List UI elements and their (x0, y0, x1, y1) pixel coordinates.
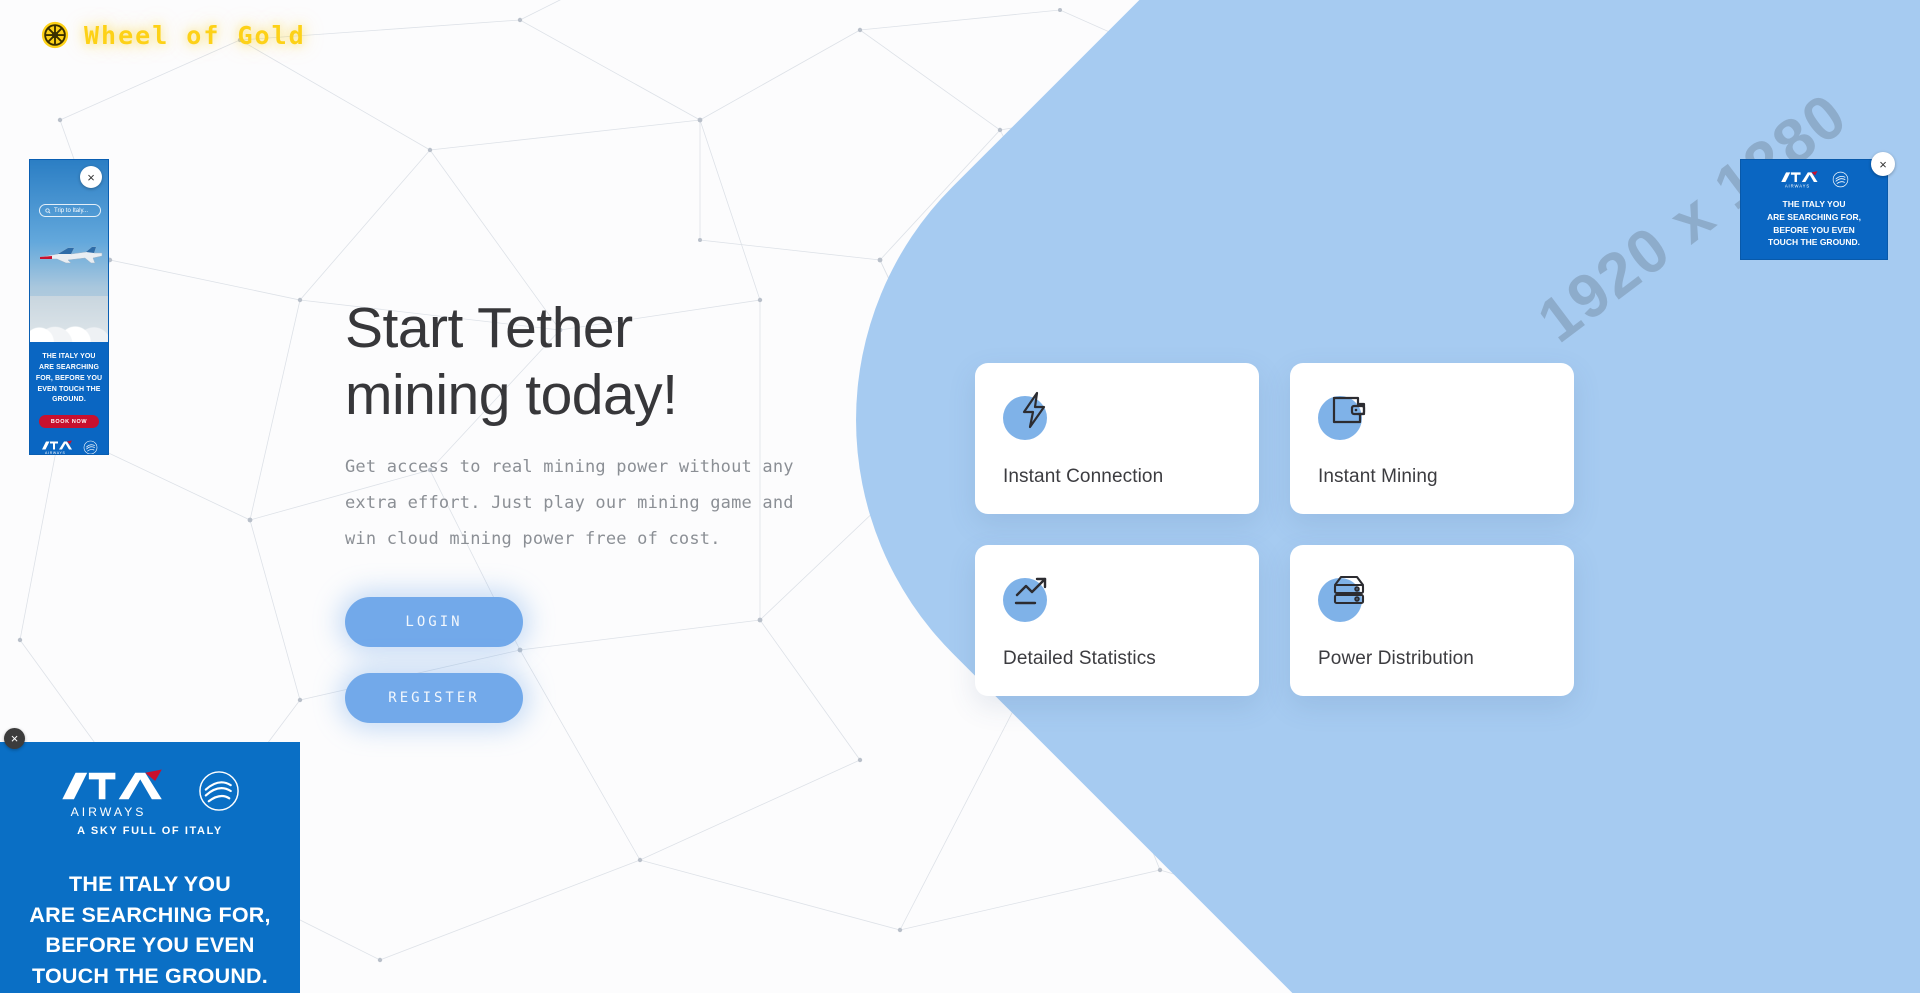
ita-airways-logo-icon: AIRWAYS (62, 769, 162, 819)
ad-left-clouds (30, 296, 108, 342)
login-button[interactable]: LOGIN (345, 597, 523, 648)
ita-airways-logo-icon: AIRWAYS (41, 440, 72, 455)
headline-line-1: THE ITALY YOU (69, 872, 231, 896)
headline-line-3: BEFORE YOU EVEN (1773, 224, 1855, 235)
feature-card-detailed-statistics[interactable]: Detailed Statistics (975, 545, 1259, 696)
feature-card-instant-mining[interactable]: Instant Mining (1290, 363, 1574, 514)
lightning-bolt-icon (1003, 389, 1057, 443)
hero-title-line-1: Start Tether (345, 296, 633, 360)
ad-top-right-logo: AIRWAYS (1741, 160, 1887, 190)
ad-left-search-pill[interactable]: Trip to Italy... (39, 204, 101, 217)
headline-line-3: BEFORE YOU EVEN (45, 933, 255, 958)
ad-top-right-banner[interactable]: × AIRWAYS THE ITALY YOU ARE SEARCHING FO… (1740, 152, 1895, 260)
feature-label: Instant Connection (1003, 466, 1164, 487)
headline-line-2: ARE SEARCHING FOR, (1767, 211, 1861, 222)
headline-line-4: TOUCH THE GROUND. (1768, 237, 1860, 248)
skyteam-icon (83, 440, 97, 454)
svg-text:AIRWAYS: AIRWAYS (71, 805, 147, 819)
ad-left-logo: AIRWAYS (35, 438, 103, 455)
ad-left-skyscraper[interactable]: × Trip to Italy... THE ITALY YOU ARE SEA… (29, 159, 109, 455)
trending-up-chart-icon (1003, 571, 1057, 625)
ad-left-search-text: Trip to Italy... (54, 207, 89, 214)
feature-card-grid: Instant Connection Instant Mining Detail… (975, 363, 1574, 696)
ad-top-right-close-button[interactable]: × (1871, 152, 1895, 176)
ad-bottom-left-close-button[interactable]: × (4, 728, 25, 749)
ad-left-body: THE ITALY YOU ARE SEARCHING FOR, BEFORE … (30, 342, 108, 455)
hero-section: Start Tether mining today! Get access to… (345, 295, 865, 749)
airplane-icon (39, 246, 103, 264)
ad-bottom-left-headline: THE ITALY YOU ARE SEARCHING FOR, BEFORE … (0, 869, 300, 991)
ad-left-image: Trip to Italy... (30, 160, 108, 342)
wallet-icon (1318, 389, 1372, 443)
feature-label: Instant Mining (1318, 466, 1438, 487)
brand-name: Wheel of Gold (84, 20, 306, 50)
site-logo[interactable]: Wheel of Gold (40, 20, 306, 50)
ita-airways-logo-icon: AIRWAYS (1780, 171, 1818, 188)
ad-bottom-left-banner[interactable]: × AIRWAYS A SKY FULL OF ITALY THE ITALY … (0, 728, 300, 993)
ad-left-book-now-button[interactable]: BOOK NOW (39, 415, 99, 429)
feature-label: Detailed Statistics (1003, 648, 1156, 669)
headline-line-2: ARE SEARCHING FOR, (29, 902, 271, 927)
ad-bottom-left-tagline: A SKY FULL OF ITALY (77, 825, 223, 837)
feature-card-power-distribution[interactable]: Power Distribution (1290, 545, 1574, 696)
ad-bottom-left-logo: AIRWAYS (0, 742, 300, 820)
skyteam-icon (1832, 171, 1848, 187)
svg-text:AIRWAYS: AIRWAYS (1784, 183, 1809, 188)
server-stack-icon (1318, 571, 1372, 625)
hero-cta-group: LOGIN REGISTER (345, 597, 865, 724)
ad-left-headline: THE ITALY YOU ARE SEARCHING FOR, BEFORE … (35, 353, 103, 404)
svg-text:AIRWAYS: AIRWAYS (45, 451, 66, 455)
register-button[interactable]: REGISTER (345, 673, 523, 724)
page-title: Start Tether mining today! (345, 295, 865, 428)
search-icon (45, 207, 51, 213)
feature-label: Power Distribution (1318, 648, 1474, 669)
skyteam-icon (199, 771, 239, 811)
headline-line-4: TOUCH THE GROUND. (32, 963, 268, 988)
feature-card-instant-connection[interactable]: Instant Connection (975, 363, 1259, 514)
headline-line-1: THE ITALY YOU (1782, 199, 1846, 209)
ad-top-right-headline: THE ITALY YOU ARE SEARCHING FOR, BEFORE … (1741, 198, 1887, 249)
hero-description: Get access to real mining power without … (345, 457, 794, 549)
ad-left-close-button[interactable]: × (80, 166, 102, 188)
hero-title-line-2: mining today! (345, 362, 678, 427)
dharma-wheel-icon (41, 21, 69, 49)
page-root: 1920 x 1280 Wheel of Gold Start Tether m… (0, 0, 1920, 993)
